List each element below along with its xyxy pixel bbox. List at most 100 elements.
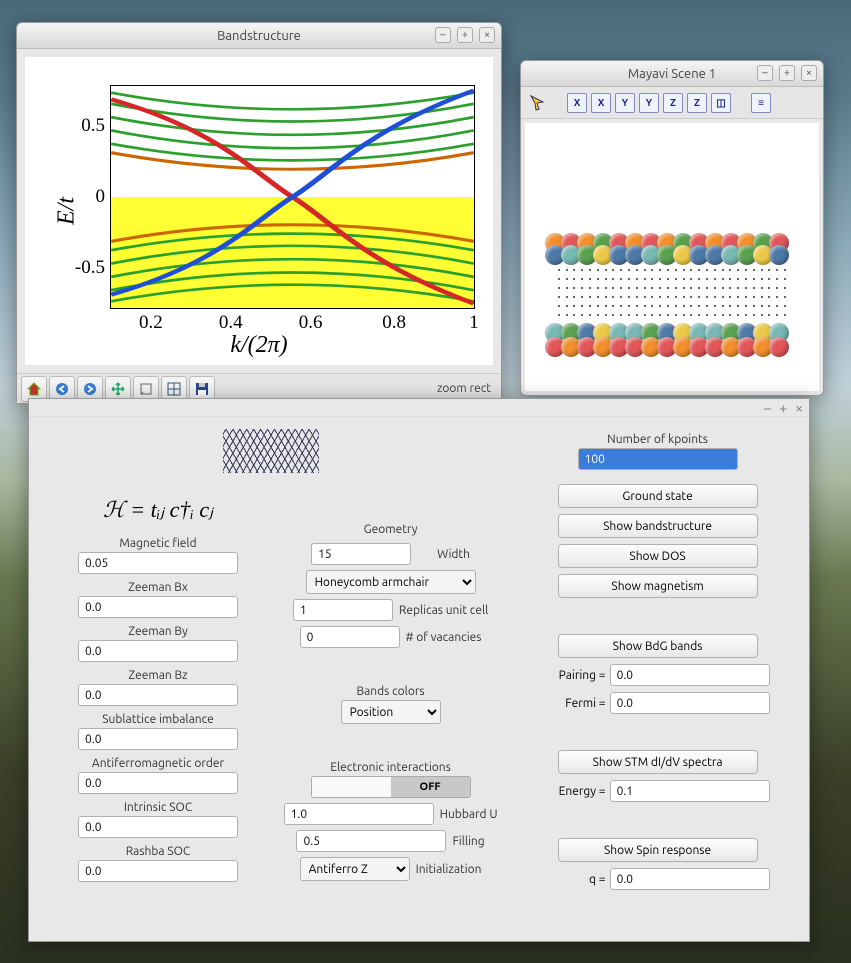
zeeman-bx-label: Zeeman Bx: [128, 581, 188, 594]
show-bandstructure-button[interactable]: Show bandstructure: [558, 514, 758, 538]
mayavi-titlebar[interactable]: Mayavi Scene 1 – + ×: [521, 61, 823, 87]
vacancies-input[interactable]: [300, 626, 400, 648]
show-bdg-bands-button[interactable]: Show BdG bands: [558, 634, 758, 658]
cursor-icon[interactable]: [529, 94, 547, 112]
width-input[interactable]: [311, 543, 411, 565]
settings-icon[interactable]: ≡: [751, 93, 771, 113]
intrinsic-soc-label: Intrinsic SOC: [124, 801, 192, 814]
bandstructure-titlebar[interactable]: Bandstructure – + ×: [17, 23, 501, 49]
column-actions: Number of kpoints Ground state Show band…: [518, 425, 797, 925]
rashba-soc-label: Rashba SOC: [126, 845, 191, 858]
ytick: 0.5: [81, 115, 111, 137]
view-y-neg-button[interactable]: Y: [639, 93, 659, 113]
mayavi-window: Mayavi Scene 1 – + × X X Y Y Z Z ◫ ≡: [520, 60, 824, 396]
show-stm-button[interactable]: Show STM dI/dV spectra: [558, 750, 758, 774]
zeeman-bz-label: Zeeman Bz: [128, 669, 187, 682]
atom-layer: [545, 245, 799, 265]
isometric-icon[interactable]: ◫: [711, 93, 731, 113]
filling-input[interactable]: [296, 830, 446, 852]
xtick: 1: [469, 308, 479, 334]
toggle-off-label: OFF: [391, 777, 470, 797]
interactions-label: Electronic interactions: [330, 761, 451, 774]
control-panel: – + × ℋ = tᵢⱼ c†ᵢ cⱼ Magnetic field Zeem…: [28, 398, 810, 942]
sublattice-imbalance-input[interactable]: [78, 728, 238, 750]
magnetic-field-label: Magnetic field: [119, 537, 196, 550]
y-axis-label: E/t: [54, 197, 81, 225]
filling-label: Filling: [452, 835, 484, 848]
zeeman-by-input[interactable]: [78, 640, 238, 662]
energy-label: Energy =: [546, 785, 606, 798]
close-icon[interactable]: ×: [479, 27, 495, 43]
close-icon[interactable]: ×: [801, 65, 817, 81]
maximize-icon[interactable]: +: [779, 65, 795, 81]
bandstructure-window: Bandstructure – + × E/t k/(2π): [16, 22, 502, 404]
xtick: 0.8: [382, 308, 406, 334]
view-z-neg-button[interactable]: Z: [687, 93, 707, 113]
initialization-select[interactable]: Antiferro Z: [300, 857, 410, 881]
magnetic-field-input[interactable]: [78, 552, 238, 574]
toolbar-status: zoom rect: [437, 382, 497, 395]
energy-input[interactable]: [610, 780, 770, 802]
initialization-label: Initialization: [416, 863, 482, 876]
vacancies-label: # of vacancies: [406, 631, 482, 644]
pairing-label: Pairing =: [546, 669, 606, 682]
hubbard-u-label: Hubbard U: [440, 808, 498, 821]
xtick: 0.4: [219, 308, 243, 334]
kpoints-label: Number of kpoints: [607, 433, 708, 446]
mayavi-toolbar: X X Y Y Z Z ◫ ≡: [521, 87, 823, 119]
geometry-label: Geometry: [364, 523, 418, 536]
af-order-label: Antiferromagnetic order: [92, 757, 224, 770]
pairing-input[interactable]: [610, 664, 770, 686]
close-icon[interactable]: ×: [795, 400, 803, 416]
atom-layer: [545, 337, 799, 357]
view-z-pos-button[interactable]: Z: [663, 93, 683, 113]
column-geometry: Geometry Width Honeycomb armchair Replic…: [281, 425, 500, 925]
xtick: 0.2: [139, 308, 163, 334]
hubbard-u-input[interactable]: [284, 803, 434, 825]
rashba-soc-input[interactable]: [78, 860, 238, 882]
show-dos-button[interactable]: Show DOS: [558, 544, 758, 568]
plot-axes: 0.5 0 -0.5 0.2 0.4 0.6 0.8 1: [110, 85, 475, 309]
show-spin-response-button[interactable]: Show Spin response: [558, 838, 758, 862]
zeeman-bx-input[interactable]: [78, 596, 238, 618]
bandstructure-plot[interactable]: E/t k/(2π): [25, 57, 493, 365]
ytick: -0.5: [75, 257, 111, 279]
show-magnetism-button[interactable]: Show magnetism: [558, 574, 758, 598]
panel-titlebar: – + ×: [29, 399, 809, 417]
replicas-label: Replicas unit cell: [399, 604, 488, 617]
maximize-icon[interactable]: +: [779, 400, 787, 416]
view-y-pos-button[interactable]: Y: [615, 93, 635, 113]
interactions-toggle[interactable]: OFF: [311, 776, 471, 798]
fermi-label: Fermi =: [546, 697, 606, 710]
af-order-input[interactable]: [78, 772, 238, 794]
view-x-pos-button[interactable]: X: [567, 93, 587, 113]
xtick: 0.6: [299, 308, 323, 334]
sublattice-imbalance-label: Sublattice imbalance: [102, 713, 214, 726]
x-axis-label: k/(2π): [230, 332, 287, 359]
maximize-icon[interactable]: +: [457, 27, 473, 43]
mayavi-scene[interactable]: [525, 123, 819, 391]
kpoints-input[interactable]: [578, 448, 738, 470]
minimize-icon[interactable]: –: [757, 65, 773, 81]
column-hamiltonian: ℋ = tᵢⱼ c†ᵢ cⱼ Magnetic field Zeeman Bx …: [53, 425, 263, 925]
bands-colors-label: Bands colors: [357, 685, 425, 698]
lattice-select[interactable]: Honeycomb armchair: [306, 570, 476, 594]
mayavi-title: Mayavi Scene 1: [628, 67, 716, 81]
replicas-input[interactable]: [293, 599, 393, 621]
bands-colors-select[interactable]: Position: [341, 700, 441, 724]
view-x-neg-button[interactable]: X: [591, 93, 611, 113]
zeeman-bz-input[interactable]: [78, 684, 238, 706]
hamiltonian-equation: ℋ = tᵢⱼ c†ᵢ cⱼ: [103, 497, 213, 523]
minimize-icon[interactable]: –: [764, 400, 771, 416]
intrinsic-soc-input[interactable]: [78, 816, 238, 838]
fermi-input[interactable]: [610, 692, 770, 714]
q-label: q =: [546, 873, 606, 886]
bandstructure-title: Bandstructure: [217, 29, 301, 43]
minimize-icon[interactable]: –: [435, 27, 451, 43]
band-curves: [111, 86, 474, 308]
q-input[interactable]: [610, 868, 770, 890]
ground-state-button[interactable]: Ground state: [558, 484, 758, 508]
ytick: 0: [96, 186, 112, 208]
zeeman-by-label: Zeeman By: [128, 625, 188, 638]
width-label: Width: [437, 548, 470, 561]
